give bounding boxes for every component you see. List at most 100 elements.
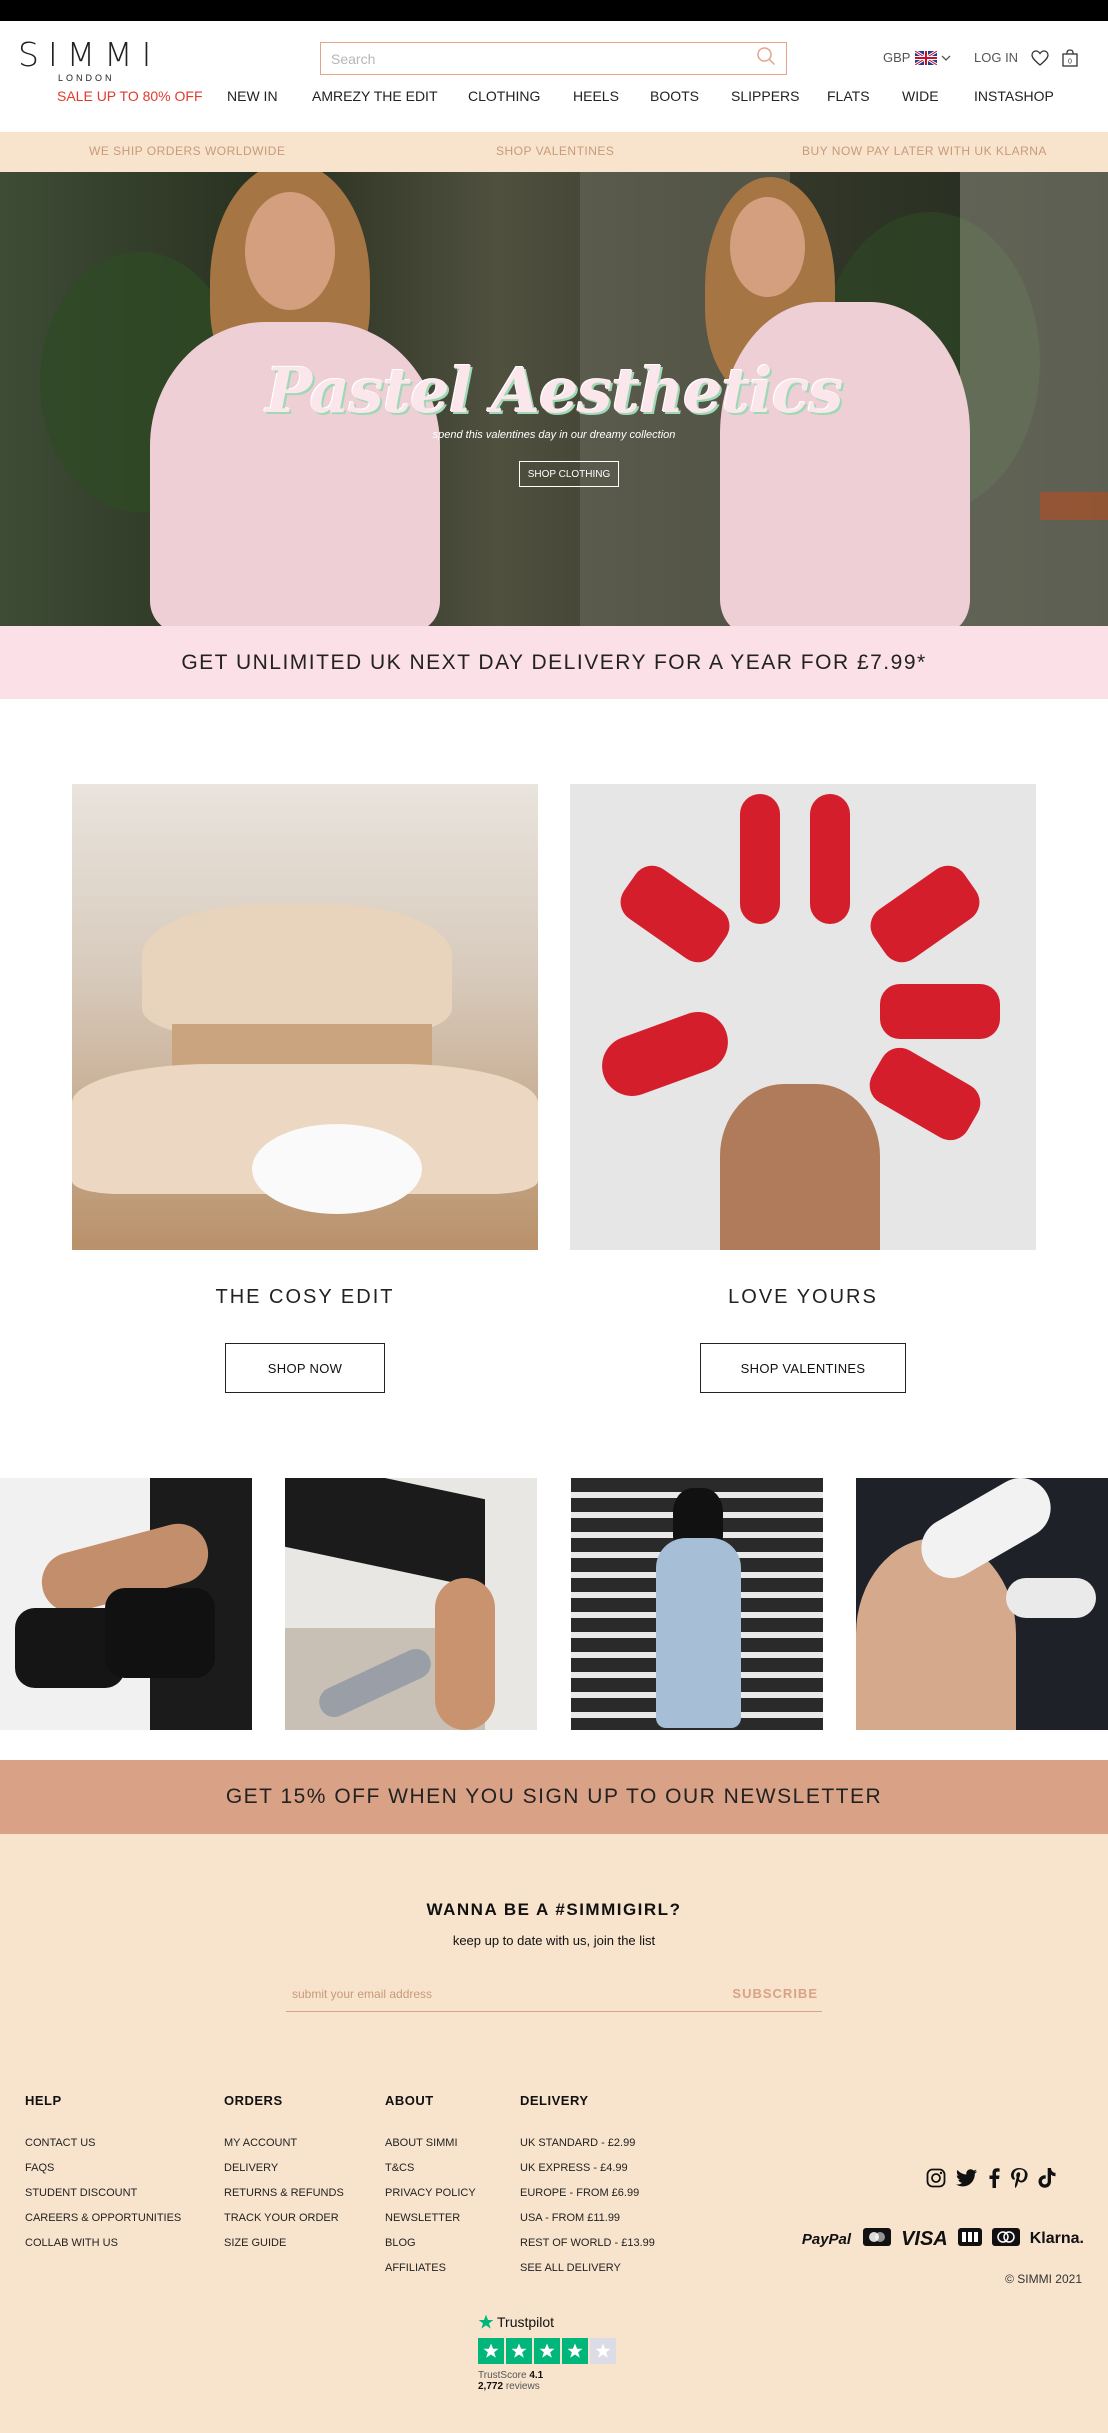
footer-link-privacy-policy[interactable]: PRIVACY POLICY: [385, 2181, 476, 2206]
cosy-top: [142, 904, 452, 1034]
login-label: LOG IN: [974, 50, 1019, 65]
footer-help-column: HELP CONTACT US FAQS STUDENT DISCOUNT CA…: [25, 2093, 181, 2256]
top-black-bar: [0, 0, 1108, 21]
footer-orders-column: ORDERS MY ACCOUNT DELIVERY RETURNS & REF…: [224, 2093, 344, 2256]
cosy-edit-image[interactable]: [72, 784, 538, 1250]
footer-link-size-guide[interactable]: SIZE GUIDE: [224, 2231, 344, 2256]
nav-item-instashop[interactable]: INSTASHOP: [974, 88, 1054, 104]
social-links: [926, 2168, 1056, 2193]
footer-link-careers[interactable]: CAREERS & OPPORTUNITIES: [25, 2206, 181, 2231]
insta-image-stairs[interactable]: [571, 1478, 823, 1730]
hero-subtitle: spend this valentines day in our dreamy …: [432, 429, 676, 441]
promo-bar: WE SHIP ORDERS WORLDWIDE SHOP VALENTINES…: [0, 132, 1108, 172]
promo-worldwide[interactable]: WE SHIP ORDERS WORLDWIDE: [89, 144, 285, 158]
insta-image-boots[interactable]: [0, 1478, 252, 1730]
nav-item-flats[interactable]: FLATS: [827, 88, 870, 104]
insta-image-heels[interactable]: [285, 1478, 537, 1730]
insta-image-sandals[interactable]: [856, 1478, 1108, 1730]
black-boot-2: [105, 1588, 215, 1678]
cosy-edit-title: THE COSY EDIT: [215, 1286, 395, 1308]
footer-link-track-order[interactable]: TRACK YOUR ORDER: [224, 2206, 344, 2231]
delivery-banner[interactable]: GET UNLIMITED UK NEXT DAY DELIVERY FOR A…: [0, 626, 1108, 699]
promo-valentines[interactable]: SHOP VALENTINES: [496, 144, 614, 158]
nav-item-sale[interactable]: SALE UP TO 80% OFF: [57, 88, 203, 104]
trustpilot-name: Trustpilot: [497, 2314, 555, 2330]
trustscore-label: TrustScore: [478, 2370, 527, 2381]
footer-link-newsletter[interactable]: NEWSLETTER: [385, 2206, 476, 2231]
trustpilot-star-box: [534, 2338, 560, 2364]
paypal-logo: PayPal: [801, 2230, 852, 2248]
pinterest-icon[interactable]: [1010, 2168, 1028, 2193]
hero-title: Pastel Aesthetics: [265, 354, 844, 427]
footer-link-europe[interactable]: EUROPE - FROM £6.99: [520, 2181, 655, 2206]
nav-item-new-in[interactable]: NEW IN: [227, 88, 278, 104]
footer-link-rest-of-world[interactable]: REST OF WORLD - £13.99: [520, 2231, 655, 2256]
nav-item-clothing[interactable]: CLOTHING: [468, 88, 540, 104]
trustpilot-widget[interactable]: Trustpilot TrustScore 4.1 2,772 reviews: [478, 2314, 638, 2392]
love-yours-title: LOVE YOURS: [728, 1286, 878, 1308]
shop-now-button[interactable]: SHOP NOW: [225, 1343, 385, 1393]
footer-link-faqs[interactable]: FAQS: [25, 2156, 181, 2181]
footer-about-title: ABOUT: [385, 2093, 434, 2108]
uk-flag-icon: [915, 50, 938, 65]
trustpilot-stars: [478, 2338, 638, 2364]
twitter-icon[interactable]: [956, 2169, 978, 2192]
newsletter-banner[interactable]: GET 15% OFF WHEN YOU SIGN UP TO OUR NEWS…: [0, 1760, 1108, 1834]
footer-delivery-title: DELIVERY: [520, 2093, 589, 2108]
newsletter-title: WANNA BE A #SIMMIGIRL?: [426, 1900, 682, 1919]
footer-link-see-all-delivery[interactable]: SEE ALL DELIVERY: [520, 2256, 655, 2281]
footer-link-uk-express[interactable]: UK EXPRESS - £4.99: [520, 2156, 655, 2181]
shop-valentines-button[interactable]: SHOP VALENTINES: [700, 1343, 906, 1393]
footer-orders-title: ORDERS: [224, 2093, 283, 2108]
search-icon[interactable]: [756, 46, 776, 71]
promo-klarna[interactable]: BUY NOW PAY LATER WITH UK KLARNA: [802, 144, 1047, 158]
newsletter-email-input[interactable]: [286, 1986, 733, 2001]
hero-fireplace: [1040, 492, 1108, 520]
footer-link-delivery[interactable]: DELIVERY: [224, 2156, 344, 2181]
subscribe-button[interactable]: SUBSCRIBE: [732, 1986, 822, 2001]
model-right-outfit: [720, 302, 970, 626]
shop-clothing-button[interactable]: SHOP CLOTHING: [519, 461, 619, 487]
newsletter-form: SUBSCRIBE: [286, 1976, 822, 2012]
footer-link-contact-us[interactable]: CONTACT US: [25, 2131, 181, 2156]
nav-item-slippers[interactable]: SLIPPERS: [731, 88, 799, 104]
love-yours-image[interactable]: [570, 784, 1036, 1250]
login-link[interactable]: LOG IN: [974, 50, 1018, 65]
footer-link-about-simmi[interactable]: ABOUT SIMMI: [385, 2131, 476, 2156]
trustscore-value: 4.1: [529, 2370, 544, 2381]
payment-methods: PayPal VISA Klarna.: [784, 2226, 1084, 2252]
footer-link-usa[interactable]: USA - FROM £11.99: [520, 2206, 655, 2231]
footer-link-returns[interactable]: RETURNS & REFUNDS: [224, 2181, 344, 2206]
nav-item-boots[interactable]: BOOTS: [650, 88, 699, 104]
instagram-icon[interactable]: [926, 2168, 946, 2193]
newsletter-subtitle: keep up to date with us, join the list: [452, 1933, 656, 1948]
search-input[interactable]: [331, 50, 756, 67]
wishlist-icon[interactable]: [1031, 50, 1049, 66]
tiktok-icon[interactable]: [1038, 2168, 1056, 2193]
hero-banner[interactable]: Pastel Aesthetics spend this valentines …: [0, 172, 1108, 626]
shopping-bag-icon[interactable]: 0: [1062, 49, 1078, 67]
red-heel-2: [810, 794, 850, 924]
footer-help-title: HELP: [25, 2093, 62, 2108]
footer-link-collab[interactable]: COLLAB WITH US: [25, 2231, 181, 2256]
trustpilot-star-box: [478, 2338, 504, 2364]
footer-link-my-account[interactable]: MY ACCOUNT: [224, 2131, 344, 2156]
insta-leg: [435, 1578, 495, 1730]
footer-delivery-column: DELIVERY UK STANDARD - £2.99 UK EXPRESS …: [520, 2093, 655, 2281]
model-left-face: [245, 192, 335, 310]
brand-logo[interactable]: SIMMI LONDON: [18, 38, 158, 83]
currency-selector[interactable]: GBP: [883, 50, 951, 65]
footer-link-tcs[interactable]: T&CS: [385, 2156, 476, 2181]
footer-link-affiliates[interactable]: AFFILIATES: [385, 2256, 476, 2281]
footer-link-uk-standard[interactable]: UK STANDARD - £2.99: [520, 2131, 655, 2156]
copyright: © SIMMI 2021: [1005, 2272, 1082, 2286]
red-sandal-3: [880, 984, 1000, 1039]
brand-sub: LONDON: [58, 73, 115, 83]
facebook-icon[interactable]: [988, 2168, 1000, 2193]
nav-item-heels[interactable]: HEELS: [573, 88, 619, 104]
nav-item-amrezy-the-edit[interactable]: AMREZY THE EDIT: [312, 88, 438, 104]
footer-link-blog[interactable]: BLOG: [385, 2231, 476, 2256]
nav-item-wide[interactable]: WIDE: [902, 88, 939, 104]
footer-link-student-discount[interactable]: STUDENT DISCOUNT: [25, 2181, 181, 2206]
svg-text:0: 0: [1068, 59, 1072, 66]
